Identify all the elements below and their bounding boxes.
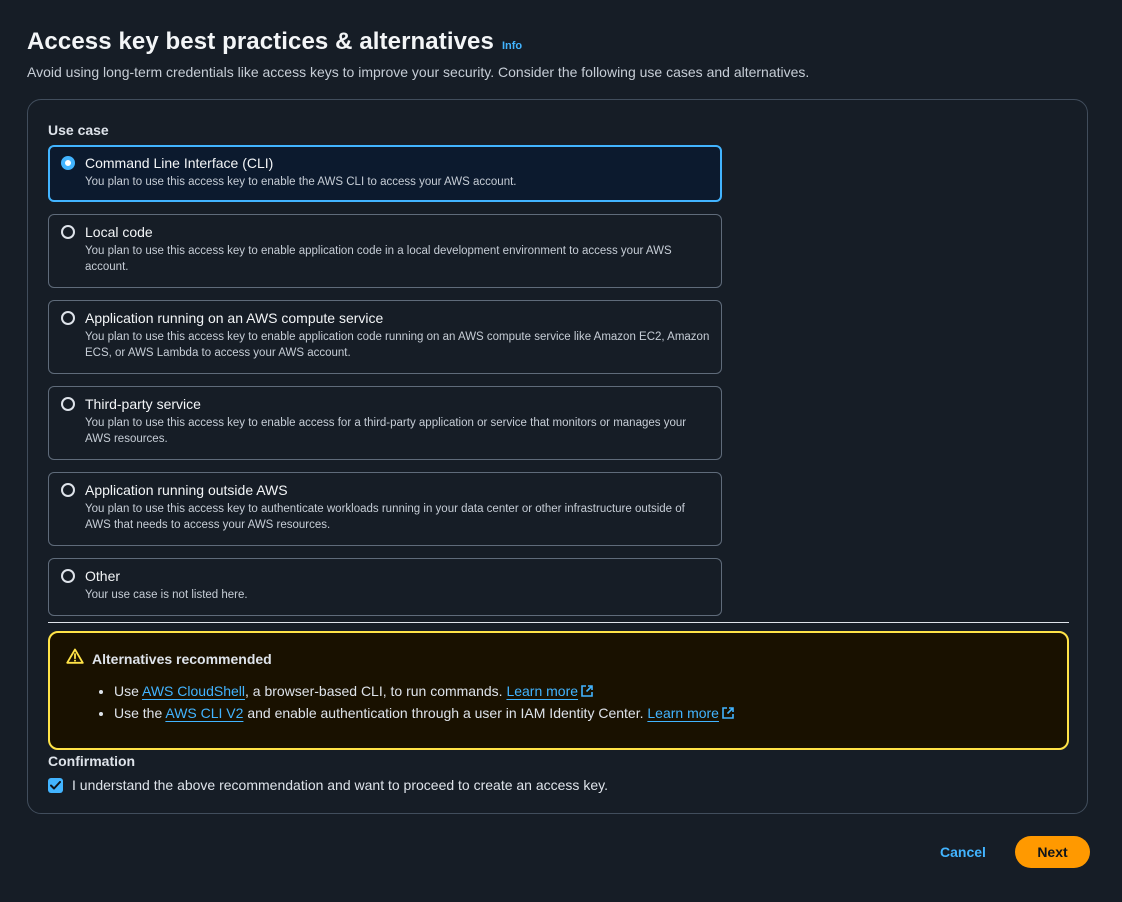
item-text: Use the xyxy=(114,705,166,721)
item-text: and enable authentication through a user… xyxy=(243,705,648,721)
external-link-icon xyxy=(721,705,735,725)
use-case-label: Use case xyxy=(48,122,109,138)
learn-more-link[interactable]: Learn more xyxy=(647,705,735,721)
external-link-icon xyxy=(580,683,594,703)
use-case-option-local-code[interactable]: Local code You plan to use this access k… xyxy=(48,214,722,288)
checkmark-icon xyxy=(50,780,61,789)
confirmation-label: Confirmation xyxy=(48,753,136,769)
option-title: Application running outside AWS xyxy=(85,482,288,498)
warning-icon xyxy=(66,648,84,669)
confirmation-text: I understand the above recommendation an… xyxy=(72,777,608,793)
option-title: Third-party service xyxy=(85,396,201,412)
option-description: You plan to use this access key to enabl… xyxy=(85,176,517,188)
use-case-option-aws-compute[interactable]: Application running on an AWS compute se… xyxy=(48,300,722,374)
item-text: , a browser-based CLI, to run commands. xyxy=(245,683,507,699)
divider xyxy=(48,622,1069,623)
list-item: Use AWS CloudShell, a browser-based CLI,… xyxy=(114,681,735,703)
confirmation-row: I understand the above recommendation an… xyxy=(48,777,608,793)
option-description: You plan to use this access key to enabl… xyxy=(85,417,687,445)
title-row: Access key best practices & alternatives… xyxy=(27,28,809,56)
learn-more-label: Learn more xyxy=(506,683,579,699)
use-case-option-outside-aws[interactable]: Application running outside AWS You plan… xyxy=(48,472,722,546)
page: Access key best practices & alternatives… xyxy=(0,0,1122,902)
option-description: You plan to use this access key to enabl… xyxy=(85,245,672,273)
header: Access key best practices & alternatives… xyxy=(27,28,809,80)
radio-button[interactable] xyxy=(61,156,75,170)
option-title: Other xyxy=(85,568,121,584)
learn-more-label: Learn more xyxy=(647,705,719,721)
use-case-option-third-party[interactable]: Third-party service You plan to use this… xyxy=(48,386,722,460)
radio-button[interactable] xyxy=(61,569,75,583)
radio-button[interactable] xyxy=(61,397,75,411)
alternatives-alert: Alternatives recommended Use AWS CloudSh… xyxy=(48,631,1069,750)
radio-button[interactable] xyxy=(61,311,75,325)
option-description: You plan to use this access key to enabl… xyxy=(85,331,710,359)
learn-more-link[interactable]: Learn more xyxy=(506,683,594,699)
info-link[interactable]: Info xyxy=(502,40,522,52)
radio-button[interactable] xyxy=(61,483,75,497)
option-title: Application running on an AWS compute se… xyxy=(85,310,384,326)
alert-header: Alternatives recommended xyxy=(66,648,272,669)
option-description: Your use case is not listed here. xyxy=(85,589,248,601)
alert-list: Use AWS CloudShell, a browser-based CLI,… xyxy=(98,681,735,725)
use-case-option-cli[interactable]: Command Line Interface (CLI) You plan to… xyxy=(48,145,722,202)
aws-cloudshell-link[interactable]: AWS CloudShell xyxy=(142,683,245,699)
confirmation-checkbox[interactable] xyxy=(48,777,63,793)
radio-button[interactable] xyxy=(61,225,75,239)
item-text: Use xyxy=(114,683,143,699)
option-description: You plan to use this access key to authe… xyxy=(85,503,685,531)
option-title: Command Line Interface (CLI) xyxy=(85,155,274,171)
list-item: Use the AWS CLI V2 and enable authentica… xyxy=(114,703,735,725)
next-button[interactable]: Next xyxy=(1015,836,1090,868)
aws-cli-v2-link[interactable]: AWS CLI V2 xyxy=(165,705,243,721)
alert-title: Alternatives recommended xyxy=(92,650,272,667)
option-title: Local code xyxy=(85,224,153,240)
page-title: Access key best practices & alternatives xyxy=(27,28,494,55)
use-case-option-other[interactable]: Other Your use case is not listed here. xyxy=(48,558,722,616)
page-subtitle: Avoid using long-term credentials like a… xyxy=(27,64,810,80)
use-case-container: Use case Command Line Interface (CLI) Yo… xyxy=(27,99,1088,814)
cancel-button[interactable]: Cancel xyxy=(927,836,999,868)
